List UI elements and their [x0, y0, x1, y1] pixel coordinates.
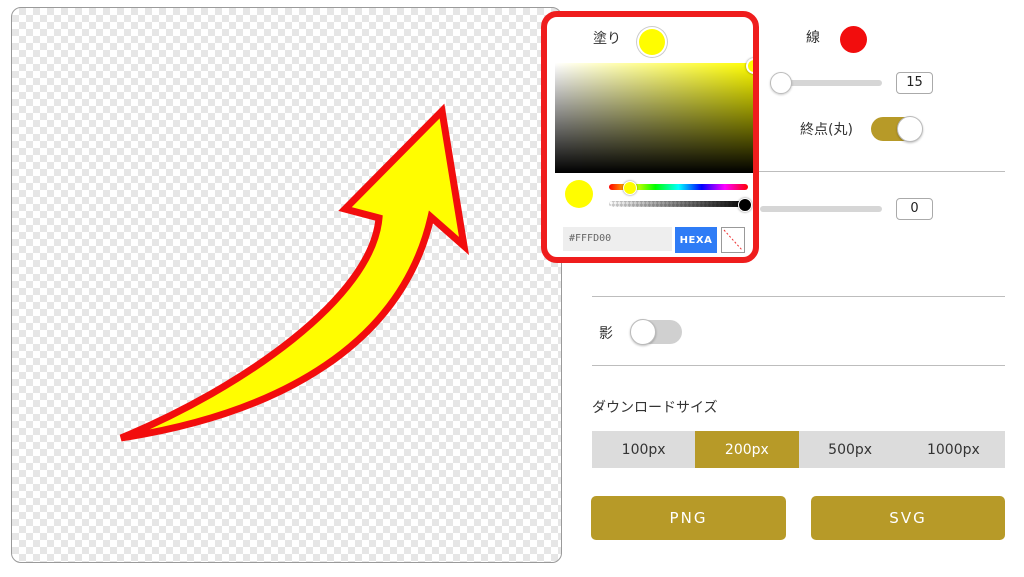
- color-preview: [565, 180, 593, 208]
- drawing-canvas[interactable]: [11, 7, 562, 563]
- png-download-button[interactable]: PNG: [591, 496, 786, 540]
- shadow-toggle[interactable]: [630, 319, 682, 345]
- shadow-label: 影: [599, 326, 613, 342]
- stroke-width-input[interactable]: 15: [896, 72, 933, 94]
- end-point-toggle[interactable]: [871, 116, 923, 142]
- hue-handle[interactable]: [623, 181, 637, 195]
- fill-color-swatch[interactable]: [639, 29, 665, 55]
- saturation-handle[interactable]: [746, 58, 753, 74]
- shadow-toggle-knob: [630, 319, 656, 345]
- no-color-icon: [723, 229, 743, 251]
- arrow-shape: [119, 103, 470, 442]
- alpha-handle[interactable]: [738, 198, 752, 212]
- size-option-1000[interactable]: 1000px: [902, 431, 1005, 468]
- hexa-mode-button[interactable]: HEXA: [675, 227, 717, 253]
- second-slider-input[interactable]: 0: [896, 198, 933, 220]
- fill-color-picker: 塗り #FFFD00 HEXA: [541, 11, 759, 263]
- stroke-width-slider-thumb[interactable]: [770, 72, 792, 94]
- size-option-500[interactable]: 500px: [799, 431, 902, 468]
- stroke-label: 線: [806, 30, 820, 46]
- end-point-toggle-knob: [897, 116, 923, 142]
- size-option-200[interactable]: 200px: [695, 431, 799, 468]
- saturation-field[interactable]: [555, 63, 753, 173]
- stroke-color-swatch[interactable]: [840, 26, 867, 53]
- hex-input[interactable]: #FFFD00: [563, 227, 672, 251]
- download-size-selector: 100px 200px 500px 1000px: [592, 431, 1005, 468]
- size-option-100[interactable]: 100px: [592, 431, 695, 468]
- second-slider[interactable]: [760, 206, 882, 212]
- alpha-slider[interactable]: [609, 201, 748, 207]
- fill-label: 塗り: [593, 31, 621, 47]
- end-point-label: 終点(丸): [800, 122, 853, 138]
- svg-download-button[interactable]: SVG: [811, 496, 1005, 540]
- clear-color-button[interactable]: [721, 227, 745, 253]
- download-size-title: ダウンロードサイズ: [592, 400, 718, 416]
- divider: [592, 365, 1005, 366]
- divider: [592, 296, 1005, 297]
